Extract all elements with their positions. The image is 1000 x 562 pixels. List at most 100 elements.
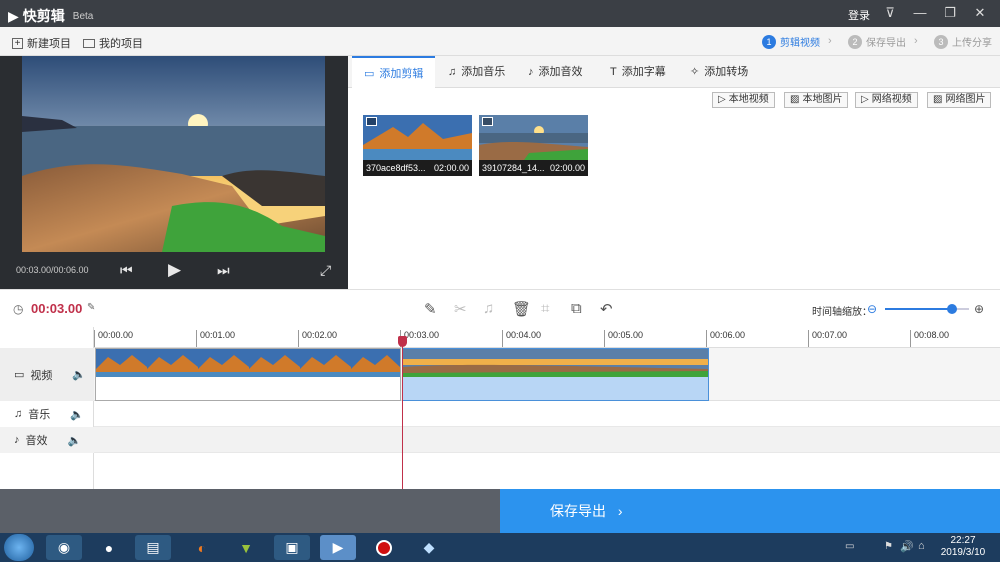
source-label: 网络视频 (871, 94, 912, 105)
ruler-tick: 00:07.00 (808, 330, 847, 347)
preview-image (22, 56, 325, 252)
minimize-icon[interactable]: — (910, 4, 930, 22)
system-clock[interactable]: 22:27 2019/3/10 (938, 535, 988, 559)
record-icon[interactable] (366, 535, 402, 560)
timeline-clip-selected[interactable] (402, 348, 709, 401)
ruler-tick: 00:06.00 (706, 330, 745, 347)
export-label: 保存导出 (550, 503, 606, 519)
zoom-slider-fill (885, 308, 953, 310)
zoom-slider-knob[interactable] (947, 304, 958, 314)
play-box-icon: ▷ (718, 94, 726, 105)
tab-add-sfx[interactable]: ♪ 添加音效 (516, 56, 595, 88)
my-projects-button[interactable]: 我的项目 (83, 35, 143, 51)
media-clip[interactable]: 39107284_14... 02:00.00 (479, 115, 588, 176)
sfx-track[interactable] (94, 427, 1000, 453)
fullscreen-icon[interactable]: ⤢ (320, 262, 331, 279)
step-share[interactable]: 3 上传分享 (934, 34, 992, 49)
media-app-icon[interactable]: ▼ (228, 535, 264, 560)
video-editor-icon[interactable]: ▣ (274, 535, 310, 560)
kuaijianji-app-icon[interactable]: ▶ (320, 535, 356, 560)
tab-add-clip[interactable]: ▭ 添加剪辑 (352, 56, 436, 89)
undo-icon[interactable]: ↶ (600, 300, 613, 318)
step-label: 保存导出 (866, 38, 906, 49)
my-projects-label: 我的项目 (99, 38, 143, 50)
timeline-clip[interactable] (95, 348, 401, 401)
track-name: 音效 (25, 435, 48, 447)
play-box-icon: ▷ (861, 94, 869, 105)
restore-icon[interactable]: ❐ (940, 4, 960, 22)
tray-flag-icon[interactable]: ⚑ (884, 541, 893, 552)
tray-network-icon[interactable]: ⌂ (918, 540, 925, 552)
play-logo-icon: ▶ (8, 7, 19, 24)
step-edit[interactable]: 1 剪辑视频 (762, 34, 820, 49)
media-tabs: ▭ 添加剪辑 ♫ 添加音乐 ♪ 添加音效 T 添加字幕 ✧ 添加转场 (348, 56, 1000, 89)
close-icon[interactable]: ✕ (970, 4, 990, 22)
plus-box-icon: + (12, 37, 23, 49)
preview-time: 00:03.00/00:06.00 (16, 265, 89, 275)
start-button[interactable] (4, 534, 34, 561)
music-track-label: ♫ 音乐 🔈 (0, 401, 94, 427)
pencil-icon[interactable]: ✎ (424, 300, 437, 318)
qq-icon[interactable]: ● (91, 535, 127, 560)
music-note-icon: ♫ (448, 66, 457, 78)
speaker-icon[interactable]: 🔈 (68, 434, 82, 447)
ruler-tick: 00:08.00 (910, 330, 949, 347)
crop-icon[interactable]: ⌗ (541, 300, 549, 317)
music-note-icon: ♫ (14, 408, 23, 420)
image-badge-icon (366, 117, 377, 126)
next-frame-icon[interactable]: ⏭ (217, 262, 230, 279)
tab-add-subtitle[interactable]: T 添加字幕 (598, 56, 678, 88)
media-clip[interactable]: 370ace8df53... 02:00.00 (363, 115, 472, 176)
ruler-tick: 00:02.00 (298, 330, 337, 347)
previous-frame-icon[interactable]: ⏮ (120, 262, 133, 279)
edit-time-icon[interactable]: ✎ (87, 302, 95, 313)
clip-filmstrip (403, 349, 708, 377)
sfx-track-label: ♪ 音效 🔈 (0, 427, 94, 453)
local-video-button[interactable]: ▷ 本地视频 (712, 92, 775, 108)
speaker-icon[interactable]: 🔈 (72, 368, 86, 381)
chevron-right-icon: › (828, 35, 832, 47)
login-link[interactable]: 登录 (848, 7, 870, 23)
tray-volume-icon[interactable]: 🔊 (900, 540, 914, 553)
copy-icon[interactable]: ⧉ (571, 300, 582, 317)
edit-toolbar: ◷ 00:03.00 ✎ ✎ ✂ ♫ 🗑 ⌗ ⧉ ↶ 时间轴缩放： ⊖ ⊕ (0, 289, 1000, 327)
trash-icon[interactable]: 🗑 (512, 300, 531, 318)
play-icon[interactable]: ▶ (168, 260, 181, 280)
local-image-button[interactable]: ▨ 本地图片 (784, 92, 849, 108)
image-badge-icon (482, 117, 493, 126)
zoom-in-icon[interactable]: ⊕ (974, 302, 984, 316)
menu-dropdown-icon[interactable]: ⊽ (880, 4, 900, 22)
speaker-icon[interactable]: 🔈 (70, 408, 84, 421)
new-project-button[interactable]: + 新建项目 (12, 35, 71, 51)
online-image-button[interactable]: ▨ 网络图片 (927, 92, 992, 108)
firefox-icon[interactable]: ◐ (184, 535, 220, 560)
bell-icon[interactable]: ♫ (483, 300, 494, 317)
browser-360-icon[interactable]: ◉ (46, 535, 82, 560)
timeline-ruler[interactable]: 00:00.00 00:01.00 00:02.00 00:03.00 00:0… (94, 327, 1000, 348)
step-export[interactable]: 2 保存导出 (848, 34, 906, 49)
app-logo: ▶ 快剪辑 Beta (8, 6, 93, 26)
player-controls: 00:03.00/00:06.00 ⏮ ▶ ⏭ ⤢ (0, 252, 348, 289)
tab-add-music[interactable]: ♫ 添加音乐 (436, 56, 517, 88)
app-title: 快剪辑 (22, 8, 65, 24)
tray-keyboard-icon[interactable]: ▭ (845, 541, 854, 552)
folder-icon (83, 38, 95, 48)
music-track[interactable] (94, 401, 1000, 427)
track-labels: ▭ 视频 🔈 ♫ 音乐 🔈 ♪ 音效 🔈 (0, 327, 94, 489)
tab-label: 添加音乐 (461, 66, 506, 78)
clip-name: 370ace8df53... (366, 163, 426, 173)
app-icon[interactable]: ◆ (411, 535, 447, 560)
track-name: 音乐 (28, 409, 51, 421)
ruler-tick: 00:00.00 (94, 330, 133, 347)
zoom-out-icon[interactable]: ⊖ (867, 302, 877, 316)
tab-add-transition[interactable]: ✧ 添加转场 (678, 56, 760, 88)
tab-label: 添加音效 (538, 66, 583, 78)
clip-name: 39107284_14... (482, 163, 545, 173)
save-export-button[interactable]: 保存导出 › (500, 489, 1000, 533)
clock-icon: ◷ (13, 302, 24, 316)
online-video-button[interactable]: ▷ 网络视频 (855, 92, 918, 108)
text-icon: T (610, 66, 617, 78)
file-explorer-icon[interactable]: ▤ (135, 535, 171, 560)
scissors-icon[interactable]: ✂ (454, 300, 467, 318)
clock-time: 22:27 (950, 535, 976, 546)
